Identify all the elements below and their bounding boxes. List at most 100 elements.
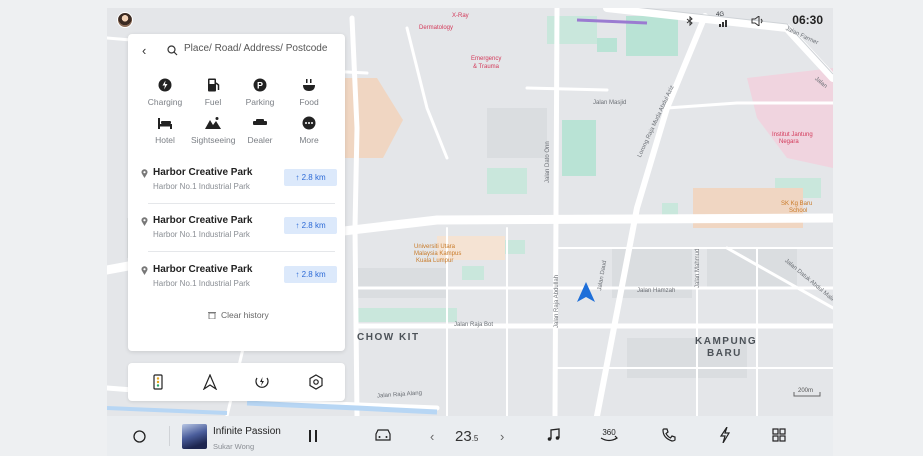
road-label-jalan-masjid: Jalan Masjid	[593, 100, 627, 106]
back-icon[interactable]: ‹	[142, 43, 146, 58]
poi-label-negara: Negara	[779, 139, 799, 145]
hotel-icon	[158, 118, 172, 129]
road-label-dato: Jalan Dato Onn	[545, 141, 551, 183]
charging-icon	[158, 78, 172, 92]
energy-icon[interactable]	[719, 427, 731, 443]
road-label-jalan-hamzah: Jalan Hamzah	[637, 288, 676, 294]
search-bar[interactable]: ‹	[128, 34, 345, 68]
result-item[interactable]: Harbor Creative Park Harbor No.1 Industr…	[128, 262, 345, 308]
result-distance: 2.8 km	[301, 221, 326, 230]
category-fuel[interactable]: Fuel	[191, 78, 235, 118]
category-label: Food	[299, 97, 319, 107]
category-label: Sightseeing	[191, 135, 236, 145]
navigate-distance-button[interactable]: ↑ 2.8 km	[284, 169, 337, 186]
scale-label: 200m	[798, 388, 814, 394]
category-label: Fuel	[204, 97, 222, 107]
category-food[interactable]: Food	[287, 78, 331, 118]
category-more[interactable]: More	[287, 116, 331, 156]
category-label: Dealer	[247, 135, 273, 145]
charging-station-icon[interactable]	[254, 374, 270, 390]
road-label-raja-abdullah: Jalan Raja Abdullah	[554, 274, 560, 328]
parking-icon: P	[253, 78, 267, 92]
category-label: Hotel	[155, 135, 175, 145]
album-art[interactable]	[182, 424, 207, 449]
divider	[148, 251, 335, 252]
category-label: Parking	[245, 97, 275, 107]
district-label-kampung: KAMPUNG	[695, 336, 758, 347]
music-icon[interactable]	[547, 428, 561, 442]
360-view-icon[interactable]: 360	[599, 426, 619, 444]
signal-icon	[719, 20, 727, 27]
car-icon[interactable]	[375, 428, 391, 442]
search-panel: ‹ Charging Fuel P Parking Food Hotel	[128, 34, 345, 351]
avatar[interactable]	[117, 12, 133, 28]
road-label-raja-bot: Jalan Raja Bot	[454, 322, 494, 328]
svg-text:P: P	[257, 81, 263, 91]
temperature-decimal: .5	[471, 434, 479, 443]
result-distance: 2.8 km	[301, 173, 326, 182]
category-hotel[interactable]: Hotel	[143, 116, 187, 156]
song-title[interactable]: Infinite Passion	[213, 426, 281, 437]
home-icon[interactable]	[133, 430, 146, 443]
current-location-arrow-icon	[577, 282, 595, 302]
result-address: Harbor No.1 Industrial Park	[153, 230, 250, 239]
district-label-chow-kit: CHOW KIT	[357, 332, 420, 343]
category-label: Charging	[147, 97, 183, 107]
more-icon	[302, 116, 316, 130]
category-charging[interactable]: Charging	[143, 78, 187, 118]
result-name: Harbor Creative Park	[153, 264, 253, 275]
search-icon	[167, 45, 178, 56]
clear-history-button[interactable]: Clear history	[221, 310, 269, 320]
poi-label-university-3: Kuala Lumpur	[416, 258, 454, 264]
location-pin-icon	[141, 217, 148, 226]
pause-icon[interactable]	[308, 430, 318, 442]
sightseeing-icon	[205, 117, 221, 129]
volume-icon[interactable]	[751, 16, 765, 26]
category-dealer[interactable]: Dealer	[238, 116, 282, 156]
divider	[148, 203, 335, 204]
trash-icon	[208, 312, 216, 319]
navigate-distance-button[interactable]: ↑ 2.8 km	[284, 217, 337, 234]
apps-grid-icon[interactable]	[772, 428, 786, 442]
poi-label-trauma: & Trauma	[473, 64, 500, 70]
result-name: Harbor Creative Park	[153, 215, 253, 226]
result-item[interactable]: Harbor Creative Park Harbor No.1 Industr…	[128, 165, 345, 211]
temperature-value: 23	[455, 428, 472, 445]
arrow-up-icon: ↑	[295, 270, 300, 279]
food-icon	[303, 79, 315, 91]
result-item[interactable]: Harbor Creative Park Harbor No.1 Industr…	[128, 213, 345, 259]
settings-icon[interactable]	[308, 374, 324, 390]
phone-icon[interactable]	[662, 428, 676, 442]
dock-divider	[169, 426, 170, 446]
poi-label-emergency: Emergency	[471, 56, 502, 62]
song-artist: Sukar Wong	[213, 442, 255, 451]
location-pin-icon	[141, 266, 148, 275]
fuel-icon	[208, 78, 220, 92]
district-label-baru: BARU	[707, 348, 742, 359]
arrow-up-icon: ↑	[295, 173, 300, 182]
car-infotainment-screen: CHOW KIT KAMPUNG BARU Emergency & Trauma…	[0, 0, 923, 456]
svg-text:360: 360	[602, 428, 616, 437]
navigation-arrow-icon[interactable]	[202, 374, 218, 390]
poi-label-university-2: Malaysia Kampus	[414, 251, 462, 257]
temperature-down-icon[interactable]: ‹	[430, 429, 434, 444]
result-address: Harbor No.1 Industrial Park	[153, 279, 250, 288]
category-parking[interactable]: P Parking	[238, 78, 282, 118]
location-pin-icon	[141, 169, 148, 178]
result-address: Harbor No.1 Industrial Park	[153, 182, 250, 191]
dealer-icon	[253, 119, 267, 125]
temperature-up-icon[interactable]: ›	[500, 429, 504, 444]
navigate-distance-button[interactable]: ↑ 2.8 km	[284, 266, 337, 283]
arrow-up-icon: ↑	[295, 221, 300, 230]
poi-label-sk: SK Kg Baru	[781, 201, 813, 207]
poi-label-institute: Institut Jantung	[772, 132, 813, 138]
bottom-dock: Infinite Passion Sukar Wong ‹ 23.5 › 360	[107, 416, 833, 456]
traffic-light-icon[interactable]	[150, 374, 166, 390]
road-label-mahmud: Jalan Mahmud	[695, 248, 701, 288]
poi-label-university: Universiti Utara	[414, 244, 456, 250]
result-distance: 2.8 km	[301, 270, 326, 279]
bluetooth-icon	[686, 16, 693, 26]
search-input[interactable]	[184, 43, 342, 54]
category-sightseeing[interactable]: Sightseeing	[191, 116, 235, 156]
category-label: More	[299, 135, 319, 145]
